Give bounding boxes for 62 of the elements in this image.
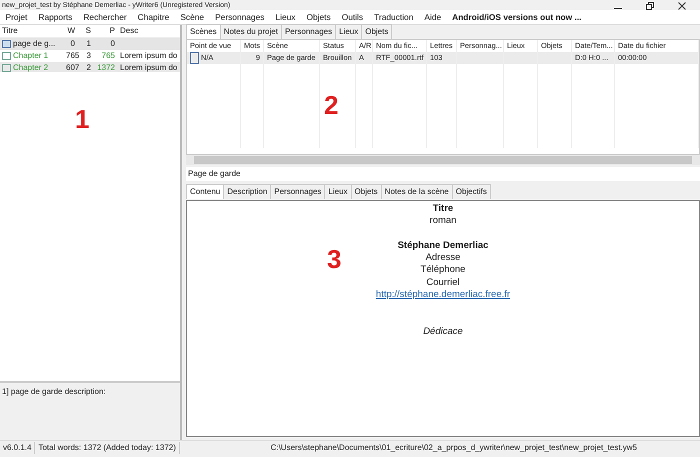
chapter-row[interactable]: page de g... 0 1 0	[0, 38, 180, 50]
column-header[interactable]: P	[94, 25, 118, 37]
menu-item[interactable]: Projet	[0, 10, 33, 24]
tab[interactable]: Contenu	[186, 184, 224, 199]
table-cell-text: 2	[86, 62, 92, 74]
menu-item[interactable]: Android/iOS versions out now ...	[446, 10, 587, 24]
table-cell-text: 0	[110, 38, 116, 50]
tab[interactable]: Personnages	[270, 184, 326, 199]
table-cell: page de g...	[13, 39, 56, 48]
word-count: Total words: 1372 (Added today: 1372)	[35, 442, 180, 454]
table-cell-text: Lorem ipsum do	[119, 62, 178, 74]
table-cell: Chapter 2	[13, 63, 48, 72]
tab[interactable]: Objets	[350, 184, 382, 199]
column-header[interactable]: S	[78, 25, 94, 37]
text-line: Adresse	[426, 252, 460, 264]
table-cell-text: Lorem ipsum do	[119, 50, 178, 62]
annotation-number: 2	[324, 89, 338, 122]
table-cell-text: 607	[65, 62, 78, 74]
column-header[interactable]: Titre	[0, 25, 64, 37]
close-icon[interactable]	[678, 2, 686, 10]
tab[interactable]: Notes du projet	[220, 24, 282, 39]
scene-icon	[190, 52, 199, 64]
table-cell-text: 1	[86, 38, 92, 50]
menu-item[interactable]: Lieux	[270, 10, 301, 24]
column-header[interactable]: W	[64, 25, 78, 37]
column-header[interactable]: Desc	[118, 25, 178, 37]
chapter-description: 1] page de garde description:	[1, 386, 107, 398]
website-link[interactable]: http://stéphane.demerliac.free.fr	[376, 289, 510, 300]
text-line: roman	[430, 215, 456, 226]
scrollbar-thumb[interactable]	[194, 156, 692, 164]
menu-item[interactable]: Outils	[336, 10, 369, 24]
menu-item[interactable]: Traduction	[368, 10, 419, 24]
menu-item[interactable]: Rapports	[32, 10, 78, 24]
restore-icon[interactable]	[646, 2, 654, 10]
chapter-row[interactable]: Chapter 1 765 3 765 Lorem ipsum do	[0, 50, 180, 62]
table-cell-text: 765	[100, 50, 116, 62]
annotation-number: 1	[75, 103, 90, 136]
info-icon	[2, 40, 11, 48]
version-label: v6.0.1.4	[0, 442, 36, 454]
menu-item[interactable]: Rechercher	[78, 10, 132, 24]
tab[interactable]: Scènes	[186, 24, 221, 39]
menu-item[interactable]: Objets	[300, 10, 336, 24]
table-cell: Chapter 1	[13, 51, 48, 60]
scene-title: Page de garde	[186, 167, 700, 181]
table-cell-text: 765	[65, 50, 78, 62]
menu-item[interactable]: Personnages	[210, 10, 270, 24]
menu-item[interactable]: Scène	[174, 10, 210, 24]
file-path: C:\Users\stephane\Documents\01_ecriture\02_a_prpos_d_ywriter\new_projet_test\new_projet_test.yw5	[270, 442, 638, 454]
text-line: Dédicace	[423, 326, 463, 337]
tab[interactable]: Description	[223, 184, 272, 199]
text-line: Titre	[432, 203, 454, 214]
tab[interactable]: Objets	[361, 24, 392, 39]
menu-item[interactable]: Chapitre	[132, 10, 175, 24]
table-cell-text: 0	[70, 38, 76, 50]
menu-item[interactable]: Aide	[418, 10, 447, 24]
text-line: Stéphane Demerliac	[398, 240, 488, 251]
table-cell-text: 1372	[96, 62, 116, 74]
tab[interactable]: Objectifs	[452, 184, 491, 199]
text-line: Téléphone	[420, 264, 466, 276]
table-cell-text: 3	[86, 50, 92, 62]
tab[interactable]: Personnages	[280, 24, 336, 39]
text-line: Courriel	[426, 276, 460, 288]
